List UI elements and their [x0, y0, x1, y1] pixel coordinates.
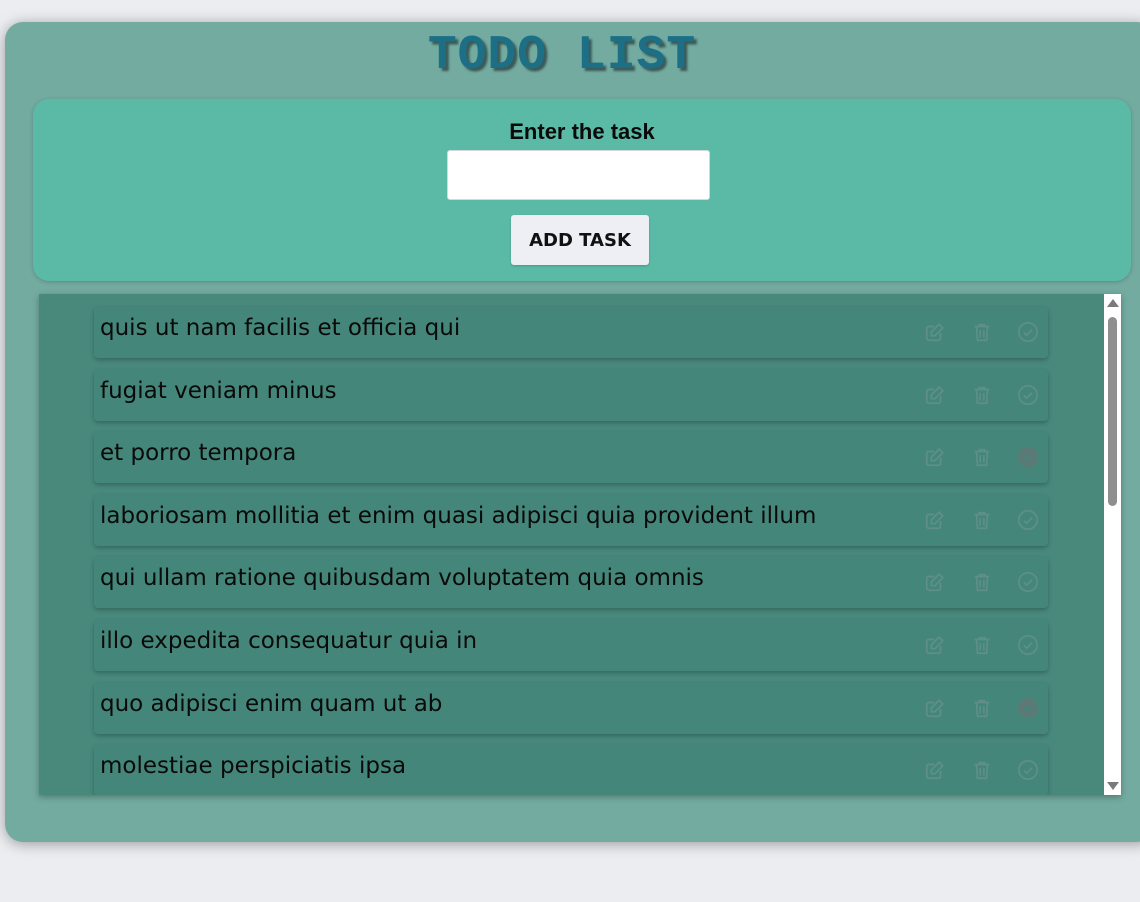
page-title: TODO LIST — [427, 29, 697, 83]
trash-icon[interactable] — [971, 571, 993, 593]
task-text: quo adipisci enim quam ut ab — [100, 690, 443, 717]
task-list-container[interactable]: quis ut nam facilis et officia qui fugiat… — [39, 294, 1121, 795]
task-item: quis ut nam facilis et officia qui — [94, 307, 1048, 358]
check-circle-icon[interactable] — [1017, 571, 1039, 593]
task-list: quis ut nam facilis et officia qui fugiat… — [94, 307, 1048, 795]
check-circle-filled-icon[interactable] — [1017, 446, 1039, 468]
edit-icon[interactable] — [924, 697, 946, 719]
scrollbar-thumb[interactable] — [1108, 317, 1117, 506]
task-item: et porro tempora — [94, 432, 1048, 484]
trash-icon[interactable] — [971, 759, 993, 781]
trash-icon[interactable] — [971, 697, 993, 719]
edit-icon[interactable] — [924, 571, 946, 593]
task-input-label: Enter the task — [509, 119, 655, 144]
scroll-up-arrow-icon[interactable] — [1107, 299, 1119, 307]
check-circle-icon[interactable] — [1017, 634, 1039, 656]
task-item: qui ullam ratione quibusdam voluptatem q… — [94, 557, 1048, 609]
task-input[interactable] — [447, 150, 710, 200]
check-circle-icon[interactable] — [1017, 384, 1039, 406]
task-text: laboriosam mollitia et enim quasi adipis… — [100, 502, 817, 529]
task-text: molestiae perspiciatis ipsa — [100, 753, 407, 780]
add-task-button[interactable]: ADD TASK — [511, 215, 649, 265]
scrollbar[interactable] — [1104, 294, 1121, 795]
task-item: quo adipisci enim quam ut ab — [94, 682, 1048, 734]
edit-icon[interactable] — [924, 634, 946, 656]
task-form: Enter the task ADD TASK — [33, 99, 1131, 281]
task-text: illo expedita consequatur quia in — [100, 627, 478, 654]
task-text: quis ut nam facilis et officia qui — [100, 315, 461, 341]
task-item: fugiat veniam minus — [94, 369, 1048, 421]
task-text: et porro tempora — [100, 440, 297, 467]
trash-icon[interactable] — [971, 321, 993, 343]
task-item: molestiae perspiciatis ipsa — [94, 745, 1048, 795]
edit-icon[interactable] — [924, 446, 946, 468]
trash-icon[interactable] — [971, 446, 993, 468]
edit-icon[interactable] — [924, 509, 946, 531]
scroll-down-arrow-icon[interactable] — [1107, 782, 1119, 790]
task-text: qui ullam ratione quibusdam voluptatem q… — [100, 565, 704, 592]
todo-app: TODO LIST Enter the task ADD TASK quis u… — [5, 22, 1140, 842]
task-item: illo expedita consequatur quia in — [94, 619, 1048, 671]
trash-icon[interactable] — [971, 634, 993, 656]
task-item: laboriosam mollitia et enim quasi adipis… — [94, 494, 1048, 546]
check-circle-filled-icon[interactable] — [1017, 697, 1039, 719]
trash-icon[interactable] — [971, 509, 993, 531]
edit-icon[interactable] — [924, 759, 946, 781]
trash-icon[interactable] — [971, 384, 993, 406]
check-circle-icon[interactable] — [1017, 321, 1039, 343]
check-circle-icon[interactable] — [1017, 509, 1039, 531]
edit-icon[interactable] — [924, 321, 946, 343]
edit-icon[interactable] — [924, 384, 946, 406]
check-circle-icon[interactable] — [1017, 759, 1039, 781]
task-text: fugiat veniam minus — [100, 377, 337, 404]
